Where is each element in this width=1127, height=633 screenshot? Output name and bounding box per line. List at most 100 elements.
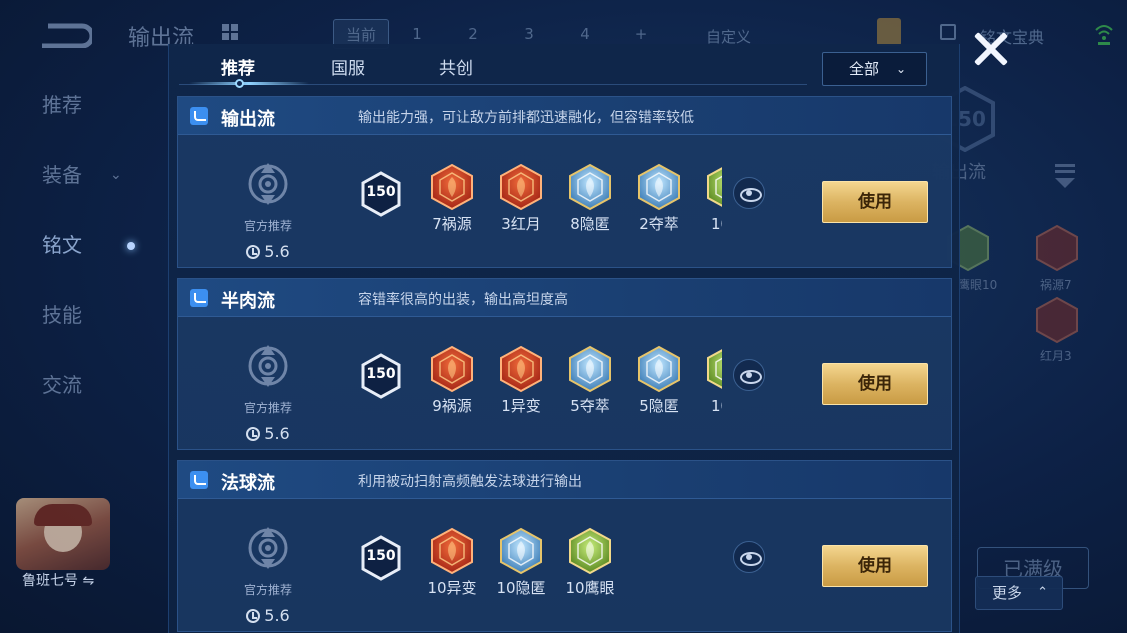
- rune-huoyuan-icon[interactable]: [1035, 224, 1079, 272]
- official-label: 官方推荐: [243, 401, 292, 415]
- list-icon[interactable]: [1053, 160, 1077, 190]
- rune-list: 7祸源 3红月 8隐匿 2夺萃 1: [418, 163, 722, 243]
- eye-icon[interactable]: [733, 359, 765, 391]
- rune-label: 10隐匿: [496, 579, 546, 597]
- side-rune-label: 鹰眼10: [958, 278, 998, 292]
- rune-list: 9祸源 1异变 5夺萃 5隐匿 1: [418, 345, 722, 425]
- rune-item[interactable]: 10鹰眼: [556, 527, 624, 598]
- more-label: 更多: [992, 584, 1023, 602]
- rune-item[interactable]: 8隐匿: [556, 163, 624, 234]
- rune-label: 2夺萃: [639, 215, 679, 233]
- back-arrow-icon[interactable]: [36, 20, 92, 48]
- close-icon[interactable]: [972, 30, 1010, 68]
- filter-dropdown[interactable]: 全部 ⌄: [822, 52, 927, 86]
- card-title: 输出流: [221, 109, 275, 130]
- build-icon: [190, 289, 208, 307]
- rune-label: 7祸源: [432, 215, 472, 233]
- sidebar-item-runes[interactable]: 铭文: [0, 210, 170, 280]
- rune-label: 10异变: [427, 579, 477, 597]
- rune-item[interactable]: 7祸源: [418, 163, 486, 234]
- rune-duocui-icon: [638, 163, 680, 211]
- use-button[interactable]: 使用: [822, 545, 928, 587]
- rune-label: 8隐匿: [570, 215, 610, 233]
- rune-yingyan-icon: [707, 349, 722, 389]
- more-button[interactable]: 更多 ⌃: [975, 576, 1063, 610]
- rune-label: 10鹰眼: [565, 579, 615, 597]
- card-description: 容错率很高的出装，输出高坦度高: [358, 292, 568, 308]
- card-header: 法球流 利用被动扫射高频触发法球进行输出: [178, 461, 951, 499]
- official-emblem-icon: [248, 163, 288, 205]
- rune-hongyue-icon: [500, 163, 542, 211]
- card-header: 半肉流 容错率很高的出装，输出高坦度高: [178, 279, 951, 317]
- rune-yinni-icon: [500, 527, 542, 575]
- panel-tabs: 推荐 国服 共创: [169, 44, 809, 88]
- rune-huoyuan-icon: [431, 163, 473, 211]
- eye-icon[interactable]: [733, 541, 765, 573]
- wifi-icon: [1095, 25, 1113, 45]
- rune-level-badge: 150: [360, 353, 402, 399]
- rune-item[interactable]: 10异变: [418, 527, 486, 598]
- sidebar-item-skills[interactable]: 技能: [0, 280, 170, 350]
- side-rune-label: 祸源7: [1040, 278, 1072, 292]
- hero-name[interactable]: 鲁班七号 ⇋: [22, 570, 94, 590]
- rune-label: 1异变: [501, 397, 541, 415]
- rune-yibian-icon: [500, 345, 542, 393]
- sidebar-item-label: 技能: [42, 303, 82, 327]
- version-info: 5.6: [233, 242, 303, 261]
- sidebar: 推荐 装备 ⌄ 铭文 技能 交流: [0, 70, 170, 420]
- sidebar-item-community[interactable]: 交流: [0, 350, 170, 420]
- rune-huoyuan-icon: [431, 345, 473, 393]
- book-icon[interactable]: [940, 24, 956, 40]
- official-badge: 官方推荐 5.6: [233, 525, 303, 625]
- bag-icon[interactable]: [877, 18, 901, 46]
- official-badge: 官方推荐 5.6: [233, 161, 303, 261]
- hero-avatar[interactable]: [16, 498, 110, 570]
- build-card: 输出流 输出能力强，可让敌方前排都迅速融化，但容错率较低 官方推荐 5.6 15…: [177, 96, 952, 268]
- filter-label: 全部: [849, 60, 880, 78]
- clock-icon: [246, 244, 261, 259]
- tab-national-server[interactable]: 国服: [331, 54, 365, 79]
- rune-level-badge: 150: [360, 535, 402, 581]
- grid-icon[interactable]: [222, 24, 238, 40]
- tab-recommend[interactable]: 推荐: [221, 54, 255, 79]
- rune-item[interactable]: 9祸源: [418, 345, 486, 416]
- rune-level-value: 150: [366, 548, 396, 564]
- rune-yingyan-icon: [569, 527, 611, 575]
- side-rune-label: 红月3: [1040, 349, 1072, 363]
- rune-item[interactable]: 2夺萃: [625, 163, 693, 234]
- rune-level-badge: 150: [360, 171, 402, 217]
- rune-label: 3红月: [501, 215, 541, 233]
- chevron-down-icon: ⌄: [110, 167, 122, 183]
- rune-level-value: 150: [366, 366, 396, 382]
- official-emblem-icon: [248, 527, 288, 569]
- rune-item[interactable]: 5隐匿: [625, 345, 693, 416]
- tab-co-create[interactable]: 共创: [439, 54, 473, 79]
- official-emblem-icon: [248, 345, 288, 387]
- rune-item[interactable]: 5夺萃: [556, 345, 624, 416]
- rune-item[interactable]: 10隐匿: [487, 527, 555, 598]
- sidebar-item-recommend[interactable]: 推荐: [0, 70, 170, 140]
- use-button[interactable]: 使用: [822, 181, 928, 223]
- rune-item[interactable]: 10鹰: [694, 345, 722, 416]
- rune-item[interactable]: 3红月: [487, 163, 555, 234]
- card-title: 半肉流: [221, 291, 275, 312]
- build-icon: [190, 471, 208, 489]
- rune-level-value: 150: [366, 184, 396, 200]
- version-info: 5.6: [233, 606, 303, 625]
- sidebar-item-equipment[interactable]: 装备 ⌄: [0, 140, 170, 210]
- version-number: 5.6: [264, 606, 290, 625]
- eye-icon[interactable]: [733, 177, 765, 209]
- rune-yinni-icon: [569, 163, 611, 211]
- rune-label: 9祸源: [432, 397, 472, 415]
- rune-item[interactable]: 10鹰: [694, 163, 722, 234]
- card-description: 输出能力强，可让敌方前排都迅速融化，但容错率较低: [358, 110, 694, 126]
- rune-yibian-icon: [431, 527, 473, 575]
- rune-list: 10异变 10隐匿 10鹰眼: [418, 527, 722, 607]
- official-label: 官方推荐: [243, 583, 292, 597]
- rune-item[interactable]: 1异变: [487, 345, 555, 416]
- version-info: 5.6: [233, 424, 303, 443]
- rune-label: 10鹰: [710, 215, 722, 233]
- use-button[interactable]: 使用: [822, 363, 928, 405]
- chevron-down-icon: ⌄: [895, 62, 906, 76]
- rune-hongyue-icon[interactable]: [1035, 296, 1079, 344]
